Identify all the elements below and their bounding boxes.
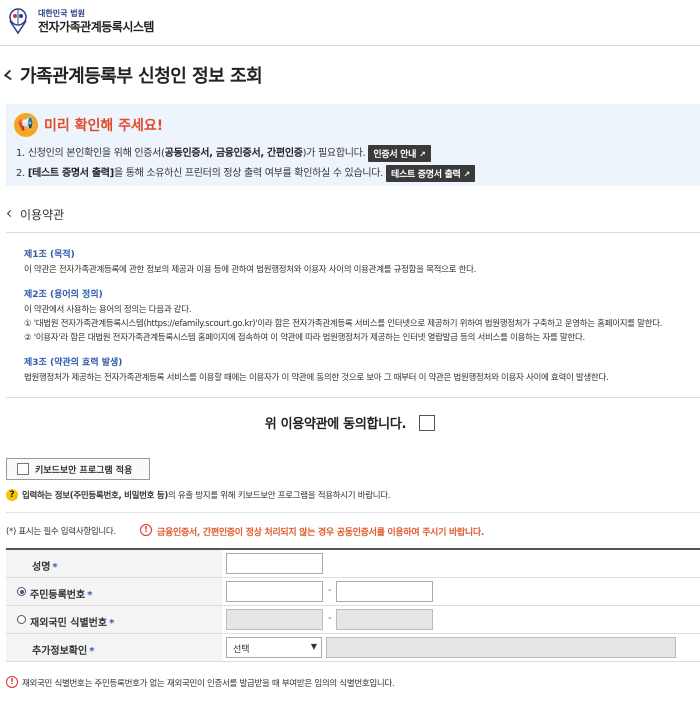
hint-text: 의 유출 방지를 위해 키보드보안 프로그램을 적용하시기 바랍니다. xyxy=(167,491,391,501)
megaphone-icon: 📢 xyxy=(14,113,38,137)
terms-agree-checkbox[interactable] xyxy=(419,414,436,431)
article-text: ② '이용자'라 함은 대법원 전자가족관계등록시스템 홈페이지에 접속하여 이… xyxy=(24,333,585,343)
resident-label-text: 주민등록번호 xyxy=(30,590,86,601)
terms-section-title: 이용약관 xyxy=(20,208,65,222)
form-label-cell: 성명 * xyxy=(6,550,222,577)
notice-box: 📢 미리 확인해 주세요! 1. 신청인의 본인확인을 위해 인증서(공동인증서… xyxy=(6,104,700,186)
keyboard-security-button[interactable]: 키보드보안 프로그램 적용 xyxy=(6,458,150,480)
dash-separator: - xyxy=(328,585,332,596)
resident-radio[interactable] xyxy=(17,587,26,596)
warning-icon: ! xyxy=(6,676,18,688)
divider xyxy=(6,512,700,513)
form-label-cell: 추가정보확인 * xyxy=(6,634,222,661)
article-title: 제2조 (용어의 정의) xyxy=(24,290,103,300)
notice-title: 미리 확인해 주세요! xyxy=(44,118,164,134)
article-title: 제3조 (약관의 효력 발생) xyxy=(24,358,123,368)
terms-scroll-box[interactable]: 제1조 (목적) 이 약관은 전자가족관계등록에 관한 정보의 제공과 이용 등… xyxy=(6,232,700,398)
resident-front-input[interactable] xyxy=(226,581,323,602)
select-value: 선택 xyxy=(233,645,250,655)
extra-label: 추가정보확인 * xyxy=(32,642,94,657)
article-text: 이 약관은 전자가족관계등록에 관한 정보의 제공과 이용 등에 관하여 법원행… xyxy=(24,265,477,275)
terms-agree-label[interactable]: 위 이용약관에 동의합니다. xyxy=(265,417,407,432)
extra-info-select[interactable]: 선택 ▼ xyxy=(226,637,322,658)
extra-info-input[interactable] xyxy=(326,637,676,658)
form-label-cell: 주민등록번호 * xyxy=(6,578,222,605)
resident-label: 주민등록번호 * xyxy=(30,586,92,601)
form-label-cell: 재외국민 식별번호 * xyxy=(6,606,222,633)
section-marker-icon xyxy=(6,209,15,218)
court-emblem-icon xyxy=(9,8,27,35)
foreigner-front-input[interactable] xyxy=(226,609,323,630)
required-mark: * xyxy=(52,562,58,573)
article-title: 제1조 (목적) xyxy=(24,250,75,260)
notice-line-2: 2. [테스트 증명서 출력]을 통해 소유하신 프린터의 정상 출력 여부를 … xyxy=(16,164,475,182)
foreigner-label-text: 재외국민 식별번호 xyxy=(30,618,108,629)
foreigner-radio[interactable] xyxy=(17,615,26,624)
page-title: 가족관계등록부 신청인 정보 조회 xyxy=(20,66,263,87)
notice-text: 을 통해 소유하신 프린터의 정상 출력 여부를 확인하실 수 있습니다. xyxy=(113,168,384,179)
foreigner-back-input[interactable] xyxy=(336,609,433,630)
external-link-icon: ↗ xyxy=(463,169,471,179)
notice-text: 2. xyxy=(16,168,28,179)
test-print-label: 테스트 증명서 출력 xyxy=(391,169,461,180)
title-marker-icon xyxy=(3,69,17,81)
certificate-guide-label: 인증서 안내 xyxy=(373,149,417,160)
keyboard-hint: 입력하는 정보(주민등록번호, 비밀번호 등)의 유출 방지를 위해 키보드보안… xyxy=(22,489,390,501)
notice-text: 1. 신청인의 본인확인을 위해 인증서( xyxy=(16,148,165,159)
keyboard-security-checkbox[interactable] xyxy=(17,463,29,475)
question-icon: ? xyxy=(6,489,18,501)
hint-emphasis: (주민등록번호, 비밀번호 등) xyxy=(69,491,168,501)
article-text: 이 약관에서 사용하는 용어의 정의는 다음과 같다. xyxy=(24,305,192,315)
form-row-foreigner: 재외국민 식별번호 * - xyxy=(6,606,700,634)
name-label-text: 성명 xyxy=(32,562,51,573)
test-print-button[interactable]: 테스트 증명서 출력 ↗ xyxy=(386,164,475,182)
hint-emphasis: 입력하는 정보 xyxy=(22,491,70,501)
notice-line-1: 1. 신청인의 본인확인을 위해 인증서(공동인증서, 금융인증서, 간편인증)… xyxy=(16,144,431,162)
required-mark: * xyxy=(87,590,93,601)
dropdown-arrow-icon: ▼ xyxy=(310,642,317,651)
required-mark: * xyxy=(109,618,115,629)
certificate-guide-button[interactable]: 인증서 안내 ↗ xyxy=(368,144,431,162)
name-label: 성명 * xyxy=(32,558,58,573)
top-header: 대한민국 법원 전자가족관계등록시스템 xyxy=(0,0,700,46)
foreigner-footnote: 재외국민 식별번호는 주민등록번호가 없는 재외국민이 인증서를 발급받을 때 … xyxy=(22,679,395,689)
dash-separator: - xyxy=(328,613,332,624)
notice-emphasis: 공동인증서, 금융인증서, 간편인증 xyxy=(164,148,303,159)
extra-label-text: 추가정보확인 xyxy=(32,646,88,657)
terms-agree-row: 위 이용약관에 동의합니다. xyxy=(0,412,700,432)
foreigner-label: 재외국민 식별번호 * xyxy=(30,614,114,629)
name-input[interactable] xyxy=(226,553,323,574)
keyboard-security-label: 키보드보안 프로그램 적용 xyxy=(35,466,133,476)
article-text: 법원행정처가 제공하는 전자가족관계등록 서비스를 이용할 때에는 이용자가 이… xyxy=(24,373,609,383)
resident-back-input[interactable] xyxy=(336,581,433,602)
notice-emphasis: [테스트 증명서 출력] xyxy=(27,168,114,179)
form-row-resident: 주민등록번호 * - xyxy=(6,578,700,606)
warning-icon: ! xyxy=(140,524,152,536)
article-text: ① '대법원 전자가족관계등록시스템(https://efamily.scour… xyxy=(24,319,663,329)
notice-text: )가 필요합니다. xyxy=(302,148,366,159)
required-note: (*) 표시는 필수 입력사항입니다. xyxy=(6,527,116,537)
form-row-name: 성명 * xyxy=(6,550,700,578)
logo-title[interactable]: 전자가족관계등록시스템 xyxy=(38,18,154,35)
auth-warning: 금융인증서, 간편인증이 정상 처리되지 않는 경우 공동인증서를 이용하여 주… xyxy=(157,528,485,538)
form-row-extra: 추가정보확인 * 선택 ▼ xyxy=(6,634,700,662)
required-mark: * xyxy=(89,646,95,657)
applicant-form: 성명 * 주민등록번호 * - 재외국민 식별번호 * - 추가정보확인 * 선택 ▼ xyxy=(6,548,700,662)
external-link-icon: ↗ xyxy=(419,149,426,159)
